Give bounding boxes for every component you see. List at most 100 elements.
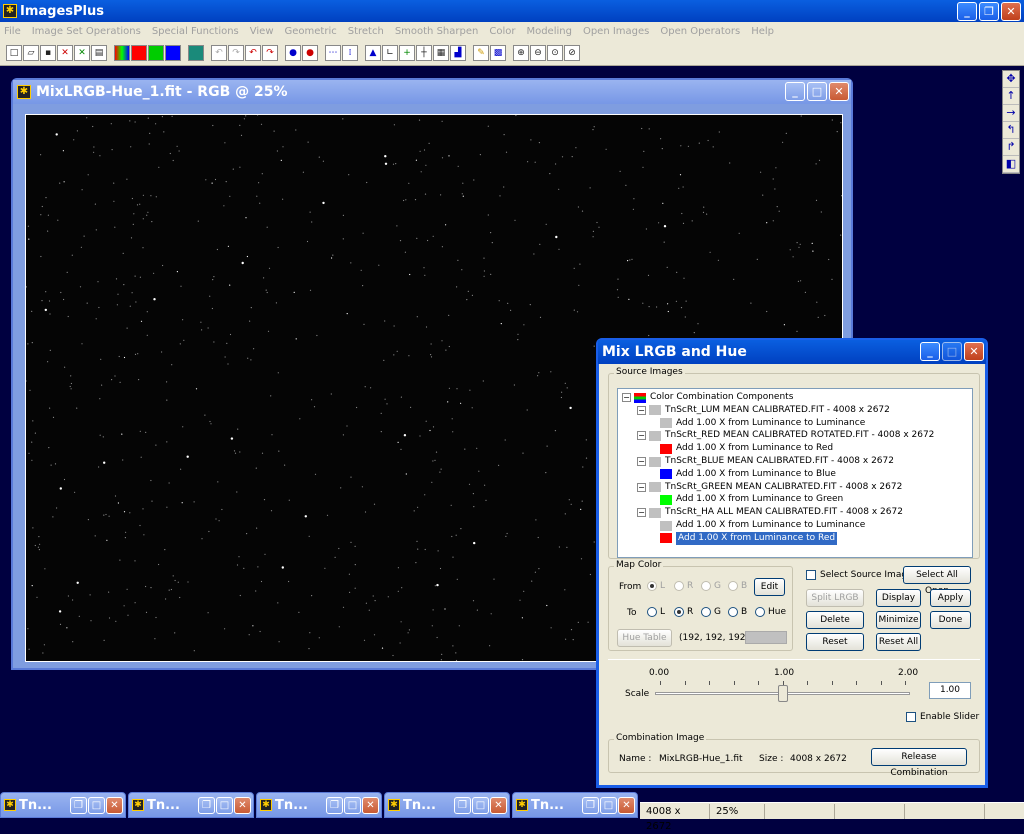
undo-icon[interactable]: ↶ [211,45,227,61]
tree-node[interactable]: Add 1.00 X from Luminance to Red [660,442,833,455]
menu-item-0[interactable]: File [4,26,21,37]
pencil-icon[interactable]: ✎ [473,45,489,61]
collapse-icon[interactable]: − [637,482,646,492]
to-radio-B[interactable]: B [728,607,747,617]
menu-item-1[interactable]: Image Set Operations [32,26,141,37]
minimized-window[interactable]: ✱ Tn... ❐ □ ✕ [384,792,510,818]
menu-item-5[interactable]: Stretch [348,26,384,37]
collapse-icon[interactable]: − [622,393,631,402]
arrow-right-icon[interactable]: → [1003,105,1019,122]
reset-button[interactable]: Reset [806,633,864,651]
menu-item-8[interactable]: Modeling [526,26,572,37]
line-profile-icon[interactable]: ⋯ [325,45,341,61]
angle-icon[interactable]: ∟ [382,45,398,61]
tree-node[interactable]: − TnScRt_BLUE MEAN CALIBRATED.FIT - 4008 … [637,455,894,468]
menu-item-11[interactable]: Help [751,26,774,37]
select-source-checkbox[interactable]: Select Source Image [806,570,913,580]
collapse-icon[interactable]: − [637,431,646,441]
arrow-up-icon[interactable]: ↑ [1003,88,1019,105]
new-icon[interactable]: □ [6,45,22,61]
restore-icon[interactable]: ❐ [326,797,343,814]
to-radio-G[interactable]: G [701,607,721,617]
maximize-icon[interactable]: □ [344,797,361,814]
collapse-icon[interactable]: − [637,457,646,466]
restore-icon[interactable]: ❐ [582,797,599,814]
scale-value-field[interactable]: 1.00 [929,682,971,699]
chart-icon[interactable]: ▟ [450,45,466,61]
scale-slider-thumb[interactable] [777,685,788,702]
delete-button[interactable]: Delete [806,611,864,629]
rotate-left-icon[interactable]: ↰ [1003,122,1019,139]
dialog-close-button[interactable]: ✕ [964,342,984,361]
tree-node[interactable]: − Color Combination Components [622,391,793,404]
image-minimize-button[interactable]: _ [785,82,805,101]
rotate-right-icon[interactable]: ↱ [1003,139,1019,156]
minimized-window[interactable]: ✱ Tn... ❐ □ ✕ [0,792,126,818]
menu-item-2[interactable]: Special Functions [152,26,239,37]
minimized-window[interactable]: ✱ Tn... ❐ □ ✕ [512,792,638,818]
close-button[interactable]: ✕ [1001,2,1021,21]
close-icon[interactable]: ✕ [490,797,507,814]
to-radio-L[interactable]: L [647,607,665,617]
tree-node[interactable]: − TnScRt_LUM MEAN CALIBRATED.FIT - 4008 x… [637,404,890,417]
tree-node[interactable]: Add 1.00 X from Luminance to Luminance [660,519,865,532]
apply-button[interactable]: Apply [930,589,971,607]
tree-node[interactable]: Add 1.00 X from Luminance to Luminance [660,417,865,430]
restore-icon[interactable]: ❐ [198,797,215,814]
blue-channel-icon[interactable] [165,45,181,61]
tree-node[interactable]: Add 1.00 X from Luminance to Red [660,531,838,545]
to-radio-R[interactable]: R [674,607,693,617]
minimize-button[interactable]: _ [957,2,977,21]
print-icon[interactable]: ▤ [91,45,107,61]
rgb-icon[interactable] [114,45,130,61]
redo-all-icon[interactable]: ↷ [262,45,278,61]
red-channel-icon[interactable] [131,45,147,61]
enable-slider-checkbox[interactable]: Enable Slider [906,712,979,722]
menu-item-6[interactable]: Smooth Sharpen [395,26,479,37]
edit-button[interactable]: Edit [754,578,785,596]
zoom-fit-icon[interactable]: ⊙ [547,45,563,61]
collapse-icon[interactable]: − [637,405,646,415]
zoom-actual-icon[interactable]: ⊘ [564,45,580,61]
hue-table-button[interactable]: Hue Table [617,629,672,647]
from-radio-R[interactable]: R [674,581,693,591]
restore-icon[interactable]: ❐ [70,797,87,814]
menu-item-3[interactable]: View [250,26,274,37]
maximize-icon[interactable]: □ [472,797,489,814]
crosshair-icon[interactable]: ┼ [416,45,432,61]
from-radio-B[interactable]: B [728,581,747,591]
zoom-in-icon[interactable]: ⊕ [513,45,529,61]
scatter-icon[interactable]: ⁞ [342,45,358,61]
close-icon[interactable]: ✕ [106,797,123,814]
ellipse-select-icon[interactable]: ● [285,45,301,61]
point-select-icon[interactable]: ● [302,45,318,61]
triangle-icon[interactable]: ▲ [365,45,381,61]
display-button[interactable]: Display [876,589,921,607]
grid-icon[interactable] [188,45,204,61]
maximize-icon[interactable]: □ [600,797,617,814]
minimize-button-dlg[interactable]: Minimize [876,611,921,629]
add-icon[interactable]: + [399,45,415,61]
mosaic-icon[interactable]: ▩ [490,45,506,61]
minimized-window[interactable]: ✱ Tn... ❐ □ ✕ [128,792,254,818]
image-maximize-button[interactable]: □ [807,82,827,101]
source-tree[interactable]: − Color Combination Components − TnScRt_LUM… [617,388,973,558]
tree-node[interactable]: Add 1.00 X from Luminance to Blue [660,468,836,481]
to-radio-Hue[interactable]: Hue [755,607,786,617]
image-close-button[interactable]: ✕ [829,82,849,101]
from-radio-G[interactable]: G [701,581,721,591]
dialog-maximize-button[interactable]: □ [942,342,962,361]
open-icon[interactable]: ▱ [23,45,39,61]
zoom-out-icon[interactable]: ⊖ [530,45,546,61]
menu-item-4[interactable]: Geometric [285,26,337,37]
restore-button[interactable]: ❐ [979,2,999,21]
menu-item-10[interactable]: Open Operators [660,26,740,37]
tree-node[interactable]: − TnScRt_HA ALL MEAN CALIBRATED.FIT - 400… [637,506,903,519]
green-channel-icon[interactable] [148,45,164,61]
maximize-icon[interactable]: □ [216,797,233,814]
menu-item-9[interactable]: Open Images [583,26,649,37]
flip-icon[interactable]: ◧ [1003,156,1019,173]
tree-node[interactable]: Add 1.00 X from Luminance to Green [660,493,843,506]
maximize-icon[interactable]: □ [88,797,105,814]
restore-icon[interactable]: ❐ [454,797,471,814]
